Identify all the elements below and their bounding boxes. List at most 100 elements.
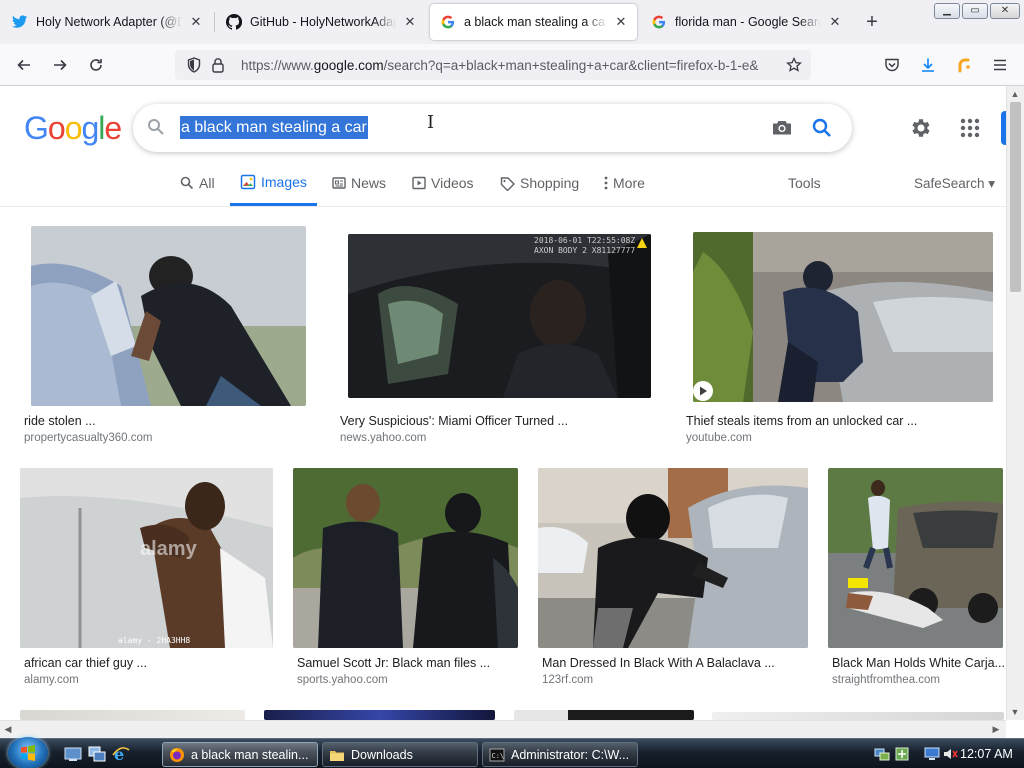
result-thumbnail[interactable] [693,232,993,402]
tools-button[interactable]: Tools [788,160,821,206]
result-source[interactable]: sports.yahoo.com [297,674,388,686]
result-thumbnail[interactable]: alamy alamy - 2HA3HH8 [20,468,273,648]
url-text[interactable]: https://www.google.com/search?q=a+black+… [241,58,775,73]
search-box[interactable]: a black man stealing a car [133,104,852,152]
horizontal-scrollbar[interactable]: ◀ ▶ [0,720,1006,738]
tab-all[interactable]: All [180,160,215,206]
firefox-icon [170,747,184,762]
scroll-right-icon[interactable]: ▶ [988,721,1004,737]
result-thumbnail-partial[interactable] [514,710,694,720]
browser-tab-github[interactable]: GitHub - HolyNetworkAdapte ✕ [216,4,426,40]
new-tab-button[interactable]: + [862,12,882,32]
taskbar-item-command-prompt[interactable]: C:\ Administrator: C:\W... [482,742,638,767]
clock[interactable]: 12:07 AM [960,739,1013,768]
browser-tab-florida-man[interactable]: florida man - Google Search ✕ [641,4,851,40]
tab-more[interactable]: More [604,160,645,206]
result-thumbnail[interactable] [828,468,1003,648]
search-submit-button[interactable] [810,116,834,143]
minimize-window-button[interactable]: ▁ [934,3,960,19]
warning-icon [637,238,647,248]
gear-icon[interactable] [908,116,932,143]
result-thumbnail[interactable] [538,468,808,648]
close-window-button[interactable]: ✕ [990,3,1020,19]
logo-letter: G [24,110,49,146]
show-desktop-icon[interactable] [64,746,82,762]
image-result[interactable]: ride stolen ... propertycasualty360.com [20,220,316,446]
vertical-scrollbar[interactable]: ▲ ▼ [1006,86,1024,720]
result-source[interactable]: news.yahoo.com [340,432,426,444]
close-tab-icon[interactable]: ✕ [188,14,204,30]
internet-explorer-icon[interactable]: e [112,745,130,764]
app-menu-button[interactable] [988,53,1012,77]
image-result[interactable]: Samuel Scott Jr: Black man files ... spo… [293,468,523,694]
result-source[interactable]: 123rf.com [542,674,593,686]
result-source[interactable]: propertycasualty360.com [24,432,152,444]
url-bar[interactable]: https://www.google.com/search?q=a+black+… [175,50,811,80]
image-result[interactable]: Black Man Holds White Carja... straightf… [828,468,1006,694]
browser-tab-active-search[interactable]: a black man stealing a car - G ✕ [430,4,637,40]
result-caption[interactable]: ride stolen ... [24,414,314,428]
shield-icon[interactable] [185,56,203,74]
result-thumbnail[interactable] [31,226,306,406]
monitor-tray-icon[interactable] [924,746,940,762]
result-source[interactable]: youtube.com [686,432,752,444]
downloads-button[interactable] [916,53,940,77]
scroll-left-icon[interactable]: ◀ [0,721,16,737]
google-logo[interactable]: Google [24,108,122,148]
image-result[interactable]: Man Dressed In Black With A Balaclava ..… [538,468,814,694]
cmd-icon: C:\ [489,748,505,761]
result-source[interactable]: alamy.com [24,674,79,686]
volume-muted-icon[interactable] [942,746,958,762]
tab-videos[interactable]: Videos [412,160,474,206]
close-tab-icon[interactable]: ✕ [827,14,843,30]
scroll-down-icon[interactable]: ▼ [1007,704,1023,720]
extension-button[interactable] [952,53,976,77]
maximize-window-button[interactable]: ▭ [962,3,988,19]
result-thumbnail[interactable] [293,468,518,648]
extension-icon [958,58,970,73]
reload-icon [90,59,102,71]
scroll-up-icon[interactable]: ▲ [1007,86,1023,102]
result-thumbnail-partial[interactable] [264,710,495,720]
image-result[interactable]: alamy alamy - 2HA3HH8 african car thief … [20,468,278,694]
tab-title: a black man stealing a car - G [464,15,607,29]
bookmark-star-icon[interactable] [785,56,803,74]
result-caption[interactable]: Thief steals items from an unlocked car … [686,414,1002,428]
start-button[interactable] [8,737,48,768]
lock-icon[interactable] [209,56,227,74]
taskbar-item-firefox[interactable]: a black man stealin... [162,742,318,767]
result-caption[interactable]: Very Suspicious': Miami Officer Turned .… [340,414,662,428]
switch-windows-icon[interactable] [88,746,106,762]
back-button[interactable] [12,53,36,77]
camera-icon[interactable] [770,116,794,143]
result-source[interactable]: straightfromthea.com [832,674,940,686]
alamy-id-watermark: alamy - 2HA3HH8 [118,636,191,645]
pocket-button[interactable] [880,53,904,77]
safesearch-dropdown[interactable]: SafeSearch ▾ [914,160,995,206]
result-caption[interactable]: african car thief guy ... [24,656,274,670]
folder-icon [330,750,344,761]
tab-title: florida man - Google Search [675,15,821,29]
close-tab-icon[interactable]: ✕ [402,14,418,30]
result-thumbnail[interactable]: 2018-06-01 T22:55:08Z AXON BODY 2 X811277… [348,234,651,398]
result-thumbnail-partial[interactable] [20,710,245,720]
result-thumbnail-partial[interactable] [712,712,1004,720]
tab-news[interactable]: News [332,160,386,206]
tab-images[interactable]: Images [230,160,317,206]
security-tray-icon[interactable] [894,746,910,762]
taskbar-item-downloads[interactable]: Downloads [322,742,478,767]
apps-grid-icon[interactable] [960,118,980,141]
search-input[interactable]: a black man stealing a car [180,104,368,152]
network-tray-icon[interactable] [874,746,890,762]
image-result[interactable]: 2018-06-01 T22:55:08Z AXON BODY 2 X811277… [336,220,666,446]
scrollbar-thumb[interactable] [1010,102,1021,292]
reload-button[interactable] [84,53,108,77]
forward-button[interactable] [48,53,72,77]
result-caption[interactable]: Black Man Holds White Carja... [832,656,1006,670]
close-tab-icon[interactable]: ✕ [613,14,629,30]
result-caption[interactable]: Man Dressed In Black With A Balaclava ..… [542,656,810,670]
browser-tab-twitter[interactable]: Holy Network Adapter (@DES ✕ [2,4,212,40]
result-caption[interactable]: Samuel Scott Jr: Black man files ... [297,656,519,670]
tab-shopping[interactable]: Shopping [500,160,579,206]
image-result[interactable]: Thief steals items from an unlocked car … [682,220,1006,446]
